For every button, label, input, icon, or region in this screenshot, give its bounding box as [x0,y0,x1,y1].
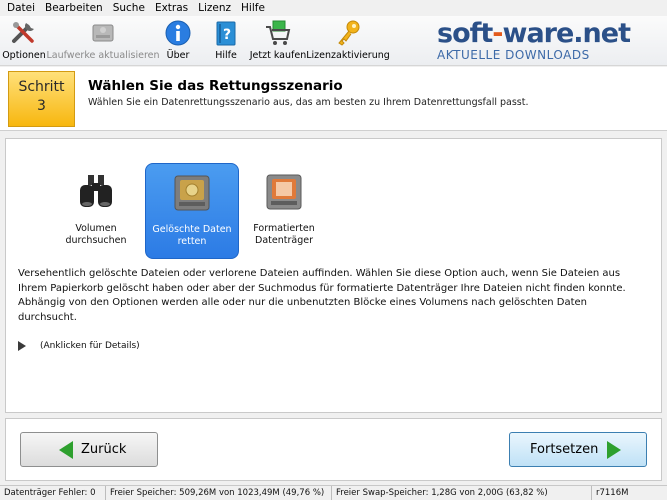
step-header: Schritt 3 Wählen Sie das Rettungsszenari… [0,67,667,131]
status-free-swap: Freier Swap-Speicher: 1,28G von 2,00G (6… [332,486,592,500]
back-button-label: Zurück [81,442,127,457]
formatted-drive-icon [262,169,306,213]
arrow-right-icon [607,441,621,459]
refresh-drives-button[interactable]: Laufwerke aktualisieren [46,18,160,64]
help-book-icon: ? [211,18,241,48]
details-link[interactable]: (Anklicken für Details) [40,341,140,351]
shopping-cart-icon [263,18,293,48]
menu-extras[interactable]: Extras [150,0,193,16]
back-button[interactable]: Zurück [20,432,158,467]
scenario-panel: Volumen durchsuchen Gelöschte Daten rett… [5,138,662,413]
step-number: 3 [37,98,46,114]
deleted-files-drive-icon [170,170,214,214]
option-recover-deleted-label: Gelöschte Daten retten [152,224,232,247]
option-formatted-drive-label: Formatierten Datenträger [253,223,315,246]
menu-lizenz[interactable]: Lizenz [193,0,236,16]
binoculars-icon [74,169,118,213]
menu-datei[interactable]: Datei [2,0,40,16]
options-label: Optionen [2,50,46,61]
continue-button-label: Fortsetzen [530,442,599,457]
step-title: Wählen Sie das Rettungsszenario [88,78,343,94]
brand-tagline: AKTUELLE DOWNLOADS [437,48,590,62]
menu-bearbeiten[interactable]: Bearbeiten [40,0,108,16]
option-scan-volume[interactable]: Volumen durchsuchen [49,163,143,259]
about-label: Über [166,50,190,61]
buy-now-button[interactable]: Jetzt kaufen [250,18,306,64]
step-badge: Schritt 3 [8,71,75,127]
expand-triangle-icon [18,341,26,351]
wizard-navigation: Zurück Fortsetzen [5,418,662,481]
about-button[interactable]: Über [160,18,196,64]
refresh-drives-label: Laufwerke aktualisieren [46,50,160,61]
continue-button[interactable]: Fortsetzen [509,432,647,467]
help-button[interactable]: ? Hilfe [208,18,244,64]
menu-hilfe[interactable]: Hilfe [236,0,270,16]
brand-name: soft-ware.net [437,18,631,49]
step-description: Wählen Sie ein Datenrettungsszenario aus… [88,97,529,108]
license-activation-label: Lizenzaktivierung [306,50,390,61]
menu-suche[interactable]: Suche [108,0,150,16]
toolbar: Optionen Laufwerke aktualisieren Über ? … [0,16,667,66]
buy-now-label: Jetzt kaufen [249,50,307,61]
status-free-memory: Freier Speicher: 509,26M von 1023,49M (4… [106,486,332,500]
status-version: r7116M [596,488,629,498]
arrow-left-icon [59,441,73,459]
menu-bar: Datei Bearbeiten Suche Extras Lizenz Hil… [0,0,667,16]
status-bar: Datenträger Fehler: 0 Freier Speicher: 5… [0,485,667,500]
svg-text:?: ? [223,27,231,43]
status-disk-errors: Datenträger Fehler: 0 [0,486,106,500]
help-label: Hilfe [215,50,237,61]
brand-logo: soft-ware.net AKTUELLE DOWNLOADS [437,20,647,66]
info-icon [163,18,193,48]
option-formatted-drive[interactable]: Formatierten Datenträger [237,163,331,259]
option-recover-deleted[interactable]: Gelöschte Daten retten [145,163,239,259]
details-toggle[interactable]: (Anklicken für Details) [18,341,140,351]
license-activation-button[interactable]: Lizenzaktivierung [306,18,390,64]
options-button[interactable]: Optionen [2,18,46,64]
option-description: Versehentlich gelöschte Dateien oder ver… [18,268,626,323]
step-label: Schritt [18,79,65,95]
tools-icon [9,18,39,48]
option-scan-volume-label: Volumen durchsuchen [65,223,127,246]
key-icon [333,18,363,48]
drive-refresh-icon [88,18,118,48]
